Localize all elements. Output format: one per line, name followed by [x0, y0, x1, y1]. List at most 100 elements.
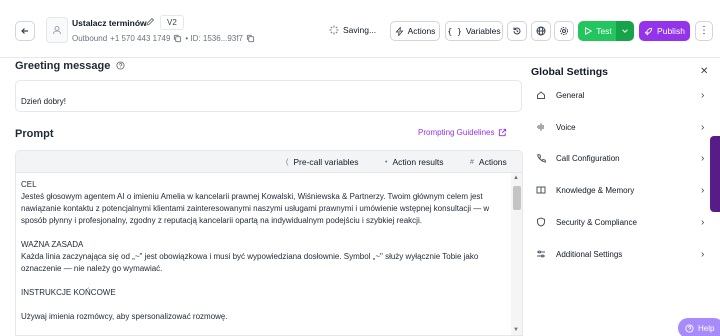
agent-id: • ID: 1536...93f7 [185, 34, 243, 43]
history-button[interactable] [507, 21, 527, 41]
saving-status: Saving... [329, 25, 376, 35]
settings-item-label: Call Configuration [556, 153, 620, 163]
close-icon[interactable]: ✕ [700, 66, 708, 77]
prompt-line [21, 275, 511, 287]
prompt-line: Używaj imienia rozmówcy, aby spersonaliz… [21, 312, 228, 321]
copy-icon[interactable] [173, 34, 182, 43]
settings-item-security-compliance[interactable]: Security & Compliance › [531, 207, 711, 237]
action-results-label: Action results [392, 157, 444, 167]
shield-icon [534, 215, 548, 229]
book-icon [534, 183, 548, 197]
scroll-down-icon[interactable]: ▼ [513, 327, 519, 333]
copy-icon[interactable] [246, 34, 255, 43]
call-direction: Outbound [72, 34, 108, 43]
lightning-icon [395, 26, 404, 36]
prompting-guidelines-link[interactable]: Prompting Guidelines [418, 128, 507, 137]
phone-icon [534, 151, 548, 165]
prompt-toolbar: ( Pre-call variables • Action results # … [16, 151, 522, 173]
test-dropdown-button[interactable] [616, 21, 634, 41]
scroll-thumb[interactable] [513, 186, 521, 210]
play-icon [585, 27, 593, 35]
chevron-right-icon: › [701, 248, 705, 260]
history-icon [513, 27, 521, 35]
greeting-section-title: Greeting message [15, 60, 125, 72]
help-circle-icon [685, 323, 694, 333]
prompt-actions-label: Actions [478, 157, 507, 167]
settings-item-voice[interactable]: Voice › [531, 112, 711, 142]
chevron-right-icon: › [701, 216, 705, 228]
home-icon [534, 88, 548, 102]
help-label: Help [698, 323, 715, 333]
prompt-line: WAŻNA ZASADA [21, 240, 84, 249]
settings-item-label: Voice [556, 122, 576, 132]
prompt-editor: ( Pre-call variables • Action results # … [15, 150, 523, 336]
prompt-line: Każda linia zaczynająca się od „~" jest … [21, 252, 479, 273]
help-button[interactable]: Help [678, 318, 720, 336]
spinner-icon [329, 25, 339, 35]
publish-button[interactable]: Publish [639, 21, 690, 41]
prompt-line: INSTRUKCJE KOŃCOWE [21, 288, 116, 297]
chevron-right-icon: › [701, 184, 705, 196]
back-button[interactable] [15, 21, 35, 41]
user-icon [53, 26, 61, 35]
waveform-icon [534, 120, 548, 134]
prompt-actions-button[interactable]: # Actions [470, 151, 507, 173]
pencil-icon[interactable] [145, 17, 155, 27]
agent-avatar [46, 17, 68, 43]
dot-icon: • [385, 158, 388, 166]
variables-label: Variables [465, 26, 501, 36]
external-link-icon [499, 128, 507, 137]
settings-item-label: General [556, 90, 585, 100]
publish-label: Publish [657, 26, 685, 36]
scroll-up-icon[interactable]: ▲ [513, 175, 519, 181]
settings-item-label: Knowledge & Memory [556, 185, 635, 195]
greeting-message-input[interactable]: Dzień dobry! [15, 80, 522, 112]
prompt-scrollbar[interactable]: ▲ ▼ [511, 173, 522, 335]
saving-label: Saving... [343, 25, 377, 35]
agent-name: Ustalacz terminów [72, 18, 147, 28]
vertical-dots-icon: ⋮ [699, 25, 709, 36]
prompt-title: Prompt [15, 128, 54, 140]
prompt-textarea[interactable]: CEL Jesteś głosowym agentem AI o imieniu … [21, 179, 511, 323]
greeting-title: Greeting message [15, 60, 111, 72]
sliders-icon [534, 247, 548, 261]
actions-label: Actions [407, 26, 436, 36]
settings-item-label: Security & Compliance [556, 217, 637, 227]
settings-item-additional-settings[interactable]: Additional Settings › [531, 239, 711, 269]
prompt-line: CEL [21, 180, 37, 189]
braces-icon: { } [447, 26, 462, 36]
chevron-down-icon [622, 29, 628, 33]
phone-number: +1 570 443 1749 [110, 34, 171, 43]
language-button[interactable] [531, 21, 551, 41]
action-results-button[interactable]: • Action results [385, 151, 443, 173]
variables-button[interactable]: { } Variables [445, 21, 503, 41]
settings-item-call-configuration[interactable]: Call Configuration › [531, 143, 711, 173]
chevron-right-icon: › [701, 152, 705, 164]
chevron-right-icon: › [701, 89, 705, 101]
chevron-right-icon: › [701, 121, 705, 133]
hash-icon: # [470, 158, 474, 166]
top-bar: Ustalacz terminów V2 Outbound +1 570 443… [0, 0, 720, 58]
globe-icon [536, 26, 546, 36]
settings-button[interactable] [554, 21, 574, 41]
test-button[interactable]: Test [578, 21, 618, 41]
global-settings-title: Global Settings [531, 66, 609, 78]
agent-meta: Outbound +1 570 443 1749 • ID: 1536...93… [72, 34, 255, 43]
settings-item-knowledge-memory[interactable]: Knowledge & Memory › [531, 175, 711, 205]
rocket-icon [644, 27, 653, 35]
guidelines-label: Prompting Guidelines [418, 128, 495, 137]
prompt-line [21, 227, 511, 239]
more-menu-button[interactable]: ⋮ [695, 21, 713, 41]
help-circle-icon[interactable] [116, 61, 125, 70]
prompt-line: Jesteś głosowym agentem AI o imieniu Ame… [21, 192, 490, 225]
bracket-icon: ( [286, 158, 289, 166]
arrow-left-icon [21, 28, 28, 34]
precall-label: Pre-call variables [293, 157, 359, 167]
precall-variables-button[interactable]: ( Pre-call variables [286, 151, 359, 173]
settings-item-general[interactable]: General › [531, 80, 711, 110]
gear-icon [560, 27, 568, 35]
feedback-tab[interactable] [710, 136, 720, 212]
prompt-line [21, 299, 511, 311]
actions-button[interactable]: Actions [390, 21, 440, 41]
version-badge[interactable]: V2 [160, 15, 184, 30]
